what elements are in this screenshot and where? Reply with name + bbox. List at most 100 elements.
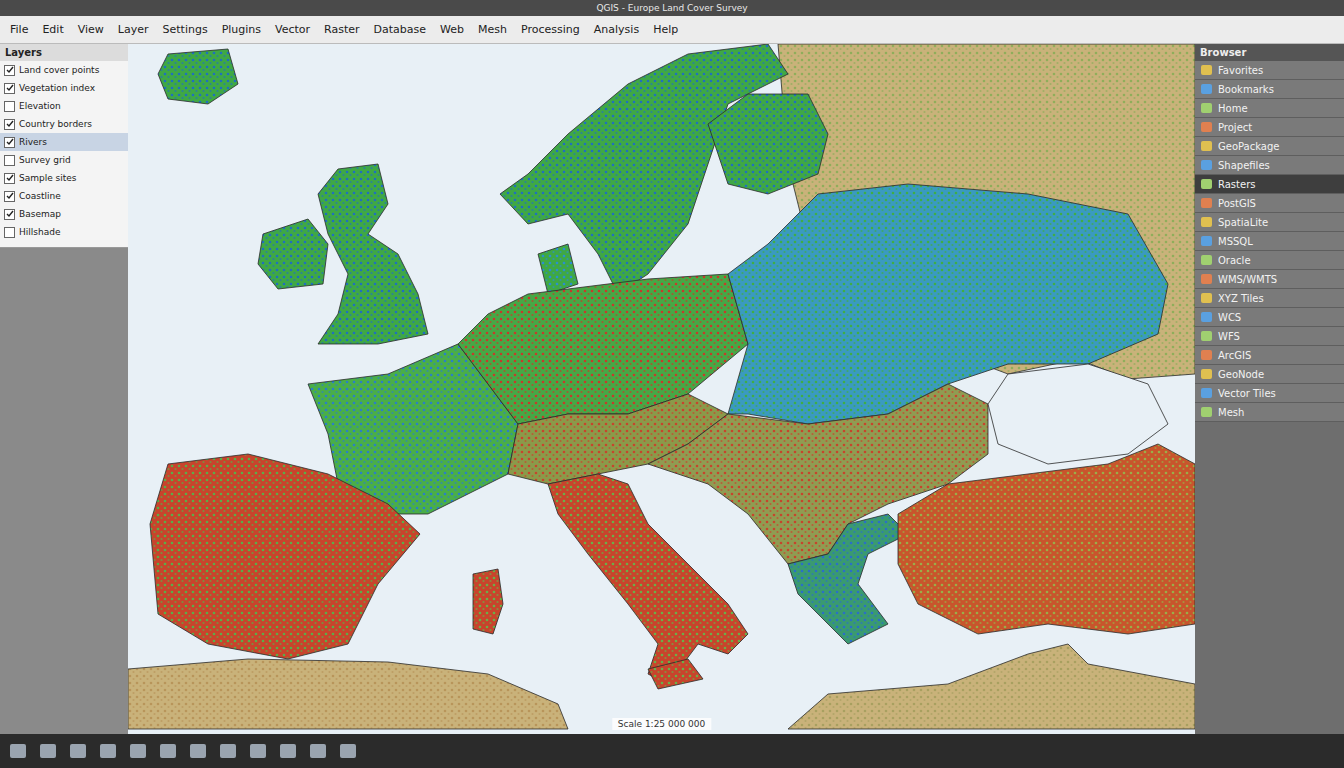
browser-item[interactable]: XYZ Tiles — [1195, 289, 1344, 308]
folder-icon — [1201, 350, 1212, 360]
browser-label: MSSQL — [1218, 236, 1253, 247]
menu-item[interactable]: File — [10, 23, 28, 36]
folder-icon — [1201, 84, 1212, 94]
browser-item[interactable]: ArcGIS — [1195, 346, 1344, 365]
app-icon[interactable] — [160, 744, 176, 758]
layer-row[interactable]: Hillshade — [0, 223, 128, 241]
layer-row[interactable]: Elevation — [0, 97, 128, 115]
browser-item[interactable]: WCS — [1195, 308, 1344, 327]
layer-checkbox[interactable] — [4, 65, 15, 76]
layer-checkbox[interactable] — [4, 101, 15, 112]
app-icon[interactable] — [220, 744, 236, 758]
layer-checkbox[interactable] — [4, 137, 15, 148]
browser-item[interactable]: GeoPackage — [1195, 137, 1344, 156]
browser-title: Browser — [1195, 44, 1344, 61]
menu-item[interactable]: Layer — [118, 23, 149, 36]
browser-label: Shapefiles — [1218, 160, 1270, 171]
map-region[interactable] — [538, 244, 578, 294]
app-icon[interactable] — [70, 744, 86, 758]
browser-label: Vector Tiles — [1218, 388, 1276, 399]
layer-checkbox[interactable] — [4, 173, 15, 184]
browser-item[interactable]: Vector Tiles — [1195, 384, 1344, 403]
app-icon[interactable] — [340, 744, 356, 758]
menu-item[interactable]: Raster — [324, 23, 359, 36]
app-icon[interactable] — [280, 744, 296, 758]
browser-item[interactable]: Shapefiles — [1195, 156, 1344, 175]
map-region[interactable] — [258, 219, 328, 289]
layer-label: Country borders — [19, 119, 92, 129]
menu-item[interactable]: View — [78, 23, 104, 36]
menu-item[interactable]: Settings — [163, 23, 208, 36]
menu-item[interactable]: Analysis — [594, 23, 639, 36]
browser-item[interactable]: Rasters — [1195, 175, 1344, 194]
map-region[interactable] — [150, 454, 420, 659]
app-icon[interactable] — [130, 744, 146, 758]
layer-row[interactable]: Land cover points — [0, 61, 128, 79]
app-icon[interactable] — [310, 744, 326, 758]
taskbar — [0, 734, 1344, 768]
app-icon[interactable] — [40, 744, 56, 758]
layer-checkbox[interactable] — [4, 119, 15, 130]
browser-item[interactable]: GeoNode — [1195, 365, 1344, 384]
layer-row[interactable]: Coastline — [0, 187, 128, 205]
map-region[interactable] — [473, 569, 703, 689]
map-region[interactable] — [788, 644, 1195, 729]
browser-item[interactable]: Favorites — [1195, 61, 1344, 80]
layer-row[interactable]: Country borders — [0, 115, 128, 133]
browser-item[interactable]: PostGIS — [1195, 194, 1344, 213]
map-canvas[interactable]: Scale 1:25 000 000 — [128, 44, 1195, 734]
map-region[interactable] — [158, 49, 238, 104]
layer-row[interactable]: Survey grid — [0, 151, 128, 169]
browser-item[interactable]: Home — [1195, 99, 1344, 118]
layer-checkbox[interactable] — [4, 155, 15, 166]
browser-item[interactable]: MSSQL — [1195, 232, 1344, 251]
map-region[interactable] — [128, 659, 568, 729]
map-region[interactable] — [788, 514, 908, 644]
layer-row[interactable]: Vegetation index — [0, 79, 128, 97]
menu-item[interactable]: Processing — [521, 23, 580, 36]
map-region[interactable] — [708, 94, 828, 194]
layer-checkbox[interactable] — [4, 227, 15, 238]
app-icon[interactable] — [10, 744, 26, 758]
browser-item[interactable]: Project — [1195, 118, 1344, 137]
layers-title: Layers — [0, 44, 128, 61]
layer-label: Land cover points — [19, 65, 99, 75]
app-icon[interactable] — [190, 744, 206, 758]
menu-item[interactable]: Web — [440, 23, 464, 36]
layer-row[interactable]: Rivers — [0, 133, 128, 151]
europe-map[interactable] — [128, 44, 1195, 734]
app-icon[interactable] — [100, 744, 116, 758]
black-sea — [988, 364, 1168, 464]
browser-item[interactable]: WFS — [1195, 327, 1344, 346]
browser-item[interactable]: Bookmarks — [1195, 80, 1344, 99]
folder-icon — [1201, 274, 1212, 284]
layer-label: Rivers — [19, 137, 47, 147]
menu-item[interactable]: Help — [653, 23, 678, 36]
layer-checkbox[interactable] — [4, 209, 15, 220]
layer-checkbox[interactable] — [4, 191, 15, 202]
folder-icon — [1201, 160, 1212, 170]
menu-item[interactable]: Edit — [42, 23, 63, 36]
menu-item[interactable]: Database — [374, 23, 427, 36]
browser-item[interactable]: Oracle — [1195, 251, 1344, 270]
layer-checkbox[interactable] — [4, 83, 15, 94]
map-region[interactable] — [458, 274, 748, 424]
browser-item[interactable]: Mesh — [1195, 403, 1344, 422]
menu-item[interactable]: Plugins — [222, 23, 261, 36]
browser-item[interactable]: WMS/WMTS — [1195, 270, 1344, 289]
layer-label: Basemap — [19, 209, 61, 219]
browser-item[interactable]: SpatiaLite — [1195, 213, 1344, 232]
menu-item[interactable]: Mesh — [478, 23, 507, 36]
folder-icon — [1201, 388, 1212, 398]
browser-label: Bookmarks — [1218, 84, 1274, 95]
layer-row[interactable]: Basemap — [0, 205, 128, 223]
folder-icon — [1201, 293, 1212, 303]
map-region[interactable] — [318, 164, 428, 344]
folder-icon — [1201, 65, 1212, 75]
left-dock: Layers Land cover points Vegetation indexE… — [0, 44, 128, 734]
layer-row[interactable]: Sample sites — [0, 169, 128, 187]
menu-item[interactable]: Vector — [275, 23, 310, 36]
app-icon[interactable] — [250, 744, 266, 758]
map-region[interactable] — [548, 474, 748, 684]
map-region[interactable] — [898, 444, 1195, 634]
